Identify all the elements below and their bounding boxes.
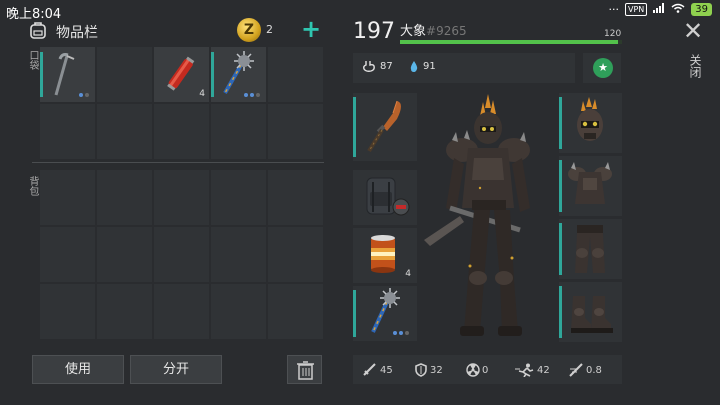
inventory-header: 物品栏 [28, 20, 98, 44]
pocket-slot-2[interactable] [97, 47, 152, 102]
weapon-slot[interactable] [353, 93, 417, 161]
backpack-slot[interactable] [268, 170, 323, 225]
signal-icon [653, 3, 665, 16]
bleed-value: 0.8 [586, 364, 602, 376]
backpack-slot[interactable] [211, 170, 266, 225]
attack-value: 45 [380, 364, 393, 376]
helmet-slot[interactable] [559, 93, 622, 153]
pocket-label: 口袋 [27, 50, 38, 70]
sword-icon [363, 363, 376, 376]
thirst-value: 91 [423, 61, 436, 72]
battery-icon: 39 [691, 3, 712, 16]
section-divider [32, 162, 324, 163]
wifi-icon [671, 3, 685, 16]
item-quantity: 4 [405, 269, 411, 279]
item-quantity: 4 [199, 89, 205, 99]
player-id: #9265 [426, 24, 467, 38]
close-button[interactable]: ✕ [683, 17, 703, 45]
pocket-slot-5[interactable] [268, 47, 323, 102]
radiation-icon [466, 363, 480, 377]
durability-dots [244, 93, 260, 97]
trash-button[interactable] [287, 355, 322, 384]
chest-armor-icon [568, 162, 612, 204]
close-label[interactable]: 关闭 [688, 54, 702, 78]
secondary-weapon-slot[interactable] [353, 286, 417, 341]
armored-pants-icon [575, 225, 605, 273]
backpack-slot[interactable] [40, 284, 95, 339]
coin-count: 2 [266, 23, 273, 36]
defense-value: 32 [430, 364, 443, 376]
backpack-slot[interactable] [40, 227, 95, 282]
backpack-slot[interactable] [353, 170, 417, 225]
hunger-value: 87 [380, 60, 393, 72]
player-name: 大象 [400, 24, 427, 39]
backpack-icon [28, 20, 48, 44]
pocket-grid: 4 [40, 47, 323, 159]
machete-icon [367, 100, 401, 153]
backpack-slot[interactable] [211, 284, 266, 339]
pocket-slot-10[interactable] [268, 104, 323, 159]
water-drop-icon [410, 61, 418, 72]
player-level: 197 [353, 19, 395, 44]
chest-armor-slot[interactable] [559, 156, 622, 216]
running-man-icon [515, 363, 534, 377]
split-button[interactable]: 分开 [130, 355, 222, 384]
durability-dots [79, 93, 89, 97]
backpack-slot[interactable] [154, 227, 209, 282]
defense-stat: 32 [414, 363, 443, 377]
backpack-slot[interactable] [211, 227, 266, 282]
backpack-slot[interactable] [97, 170, 152, 225]
boots-slot[interactable] [559, 282, 622, 342]
star-icon[interactable]: ★ [593, 58, 613, 78]
speed-stat: 42 [515, 363, 550, 377]
pocket-slot-9[interactable] [211, 104, 266, 159]
backpack-slot[interactable] [154, 170, 209, 225]
hunger-stat: 87 [362, 60, 393, 72]
character-model [420, 88, 560, 344]
pocket-slot-6[interactable] [40, 104, 95, 159]
backpack-slot[interactable] [268, 284, 323, 339]
military-backpack-icon [366, 177, 410, 216]
status-icons: ··· VPN 39 [608, 3, 712, 16]
radiation-value: 0 [482, 364, 489, 376]
backpack-label: 背包 [27, 176, 38, 196]
bleed-stat: 0.8 [568, 363, 602, 377]
pocket-slot-1[interactable] [40, 47, 95, 102]
trash-icon [297, 361, 314, 380]
attack-stat: 45 [362, 363, 393, 377]
backpack-slot[interactable] [154, 284, 209, 339]
coin-icon: Z [237, 18, 261, 42]
backpack-grid [40, 170, 323, 339]
backpack-slot[interactable] [268, 227, 323, 282]
pants-slot[interactable] [559, 219, 622, 279]
durability-dots [393, 331, 409, 335]
radiation-stat: 0 [466, 363, 488, 377]
food-slot[interactable]: 4 [353, 228, 417, 283]
inventory-title: 物品栏 [56, 25, 98, 41]
stomach-icon [363, 61, 375, 72]
thirst-stat: 91 [409, 60, 436, 73]
add-coins-button[interactable]: + [301, 15, 321, 43]
xp-bar-fill [400, 40, 618, 44]
vpn-icon: VPN [624, 3, 648, 16]
pocket-slot-7[interactable] [97, 104, 152, 159]
backpack-slot[interactable] [40, 170, 95, 225]
backpack-slot[interactable] [97, 227, 152, 282]
speed-value: 42 [537, 364, 550, 376]
xp-max: 120 [604, 29, 622, 39]
slash-icon [569, 363, 583, 377]
player-name-row: 大象#9265 [400, 20, 467, 39]
helmet-icon [577, 97, 603, 141]
pocket-slot-8[interactable] [154, 104, 209, 159]
pocket-slot-3[interactable]: 4 [154, 47, 209, 102]
boots-icon [571, 296, 613, 333]
backpack-slot[interactable] [97, 284, 152, 339]
dots-icon: ··· [608, 3, 619, 16]
use-button[interactable]: 使用 [32, 355, 124, 384]
shield-icon [415, 363, 427, 377]
pocket-slot-4[interactable] [211, 47, 266, 102]
